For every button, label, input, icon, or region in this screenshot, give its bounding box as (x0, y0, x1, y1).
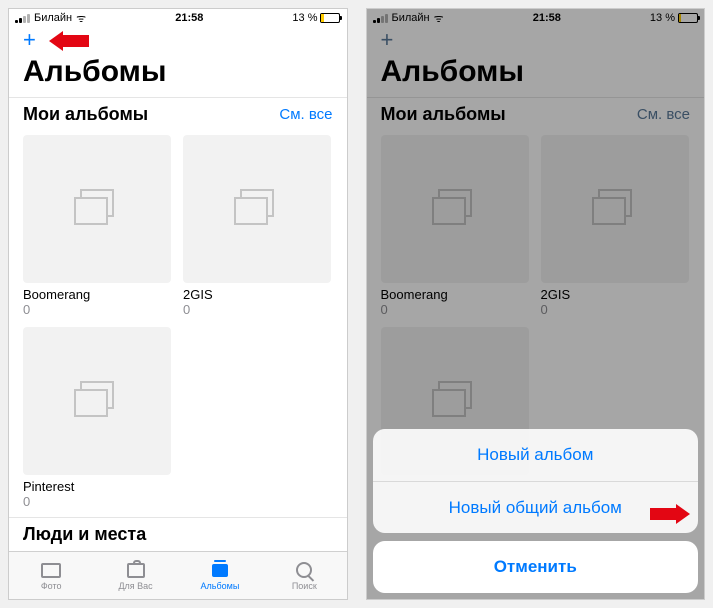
album-count: 0 (23, 494, 171, 509)
tab-for-you[interactable]: Для Вас (93, 552, 177, 599)
album-name: 2GIS (183, 287, 331, 302)
section-title: Люди и места (23, 524, 146, 545)
signal-icon (15, 14, 30, 23)
tab-photos[interactable]: Фото (9, 552, 93, 599)
search-icon (293, 560, 315, 580)
tab-albums[interactable]: Альбомы (178, 552, 262, 599)
phone-right: Билайн ᯤ 21:58 13 % + Альбомы Мои альбом… (366, 8, 706, 600)
albums-row-1: Boomerang 0 2GIS 0 (9, 129, 347, 321)
album-thumb (183, 135, 331, 283)
phone-left: Билайн ᯤ 21:58 13 % + Альбомы Мои альбом… (8, 8, 348, 600)
page-title: Альбомы (23, 55, 333, 89)
photo-stack-icon (74, 381, 120, 421)
album-item[interactable]: Boomerang 0 (23, 135, 171, 317)
status-bar: Билайн ᯤ 21:58 13 % (9, 9, 347, 27)
see-all-link[interactable]: См. все (279, 106, 332, 123)
clock: 21:58 (175, 12, 203, 24)
album-name: Boomerang (23, 287, 171, 302)
photo-stack-icon (74, 189, 120, 229)
albums-row-2: Pinterest 0 (9, 321, 347, 513)
new-album-button[interactable]: Новый альбом (373, 429, 699, 481)
section-header-my-albums: Мои альбомы См. все (9, 97, 347, 129)
album-item[interactable]: 2GIS 0 (183, 135, 331, 317)
tab-search[interactable]: Поиск (262, 552, 346, 599)
photo-stack-icon (234, 189, 280, 229)
battery-pct: 13 % (292, 12, 317, 24)
annotation-arrow-shared (650, 504, 690, 524)
album-count: 0 (23, 302, 171, 317)
heart-icon (125, 560, 147, 580)
album-count: 0 (183, 302, 331, 317)
tab-bar: Фото Для Вас Альбомы Поиск (9, 551, 347, 599)
cancel-button[interactable]: Отменить (373, 541, 699, 593)
battery-icon (320, 13, 340, 23)
album-item[interactable]: Pinterest 0 (23, 327, 171, 509)
section-title: Мои альбомы (23, 104, 148, 125)
wifi-icon: ᯤ (76, 11, 86, 26)
album-thumb (23, 135, 171, 283)
annotation-arrow-add (49, 31, 89, 51)
section-header-places: Люди и места (9, 517, 347, 549)
album-thumb (23, 327, 171, 475)
album-name: Pinterest (23, 479, 171, 494)
add-button[interactable]: + (23, 29, 36, 51)
albums-icon (209, 560, 231, 580)
title-bar: Альбомы (9, 53, 347, 97)
carrier-label: Билайн (34, 12, 72, 24)
photos-icon (40, 560, 62, 580)
